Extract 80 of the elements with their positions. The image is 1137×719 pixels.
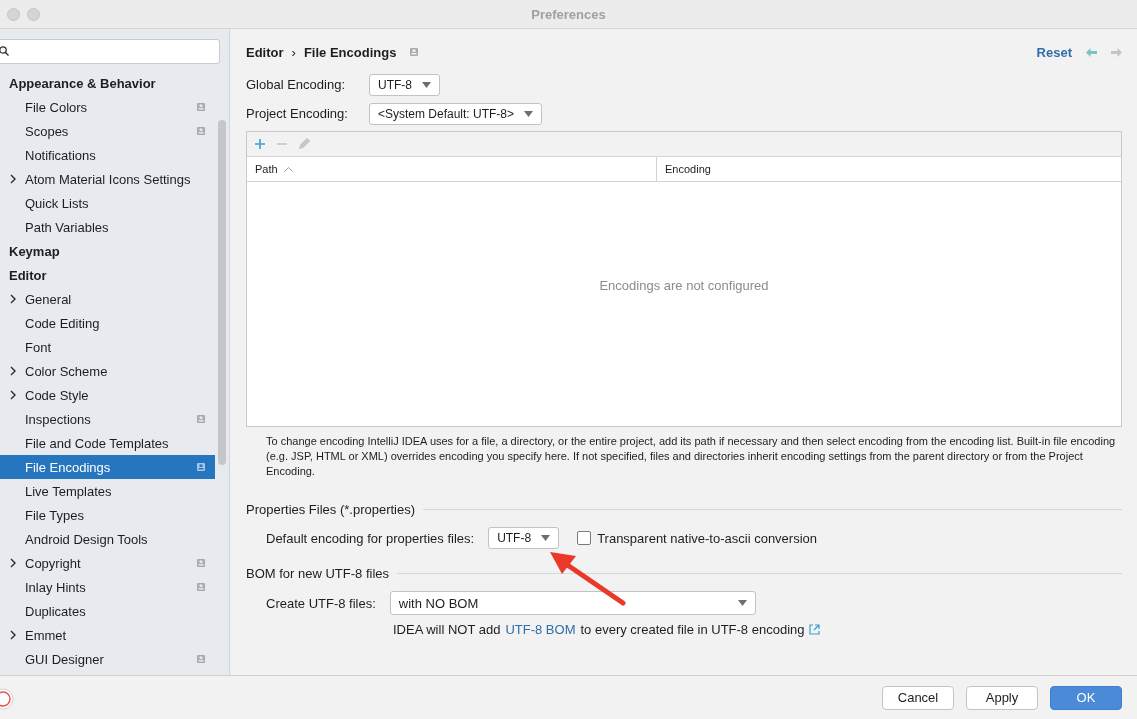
back-arrow-icon[interactable] xyxy=(1086,47,1097,57)
sidebar-item[interactable]: GUI Designer xyxy=(0,647,215,671)
sidebar-item[interactable]: Inlay Hints xyxy=(0,575,215,599)
sidebar-item[interactable]: Live Templates xyxy=(0,479,215,503)
field-label: Project Encoding: xyxy=(246,106,349,121)
sidebar-item[interactable]: Color Scheme xyxy=(0,359,215,383)
sidebar-item[interactable]: Quick Lists xyxy=(0,191,215,215)
utf8-bom-link[interactable]: UTF-8 BOM xyxy=(505,621,576,637)
forward-arrow-icon[interactable] xyxy=(1111,47,1122,57)
sidebar-section[interactable]: Appearance & Behavior xyxy=(0,75,156,91)
dialog-button[interactable]: Apply xyxy=(966,685,1038,710)
sidebar-section[interactable]: Editor xyxy=(0,267,47,283)
chevron-right-icon[interactable] xyxy=(10,390,16,400)
sidebar-item[interactable]: File Colors xyxy=(0,95,215,119)
sidebar-item[interactable]: Inspections xyxy=(0,407,215,431)
add-icon[interactable] xyxy=(254,138,266,150)
sidebar-item[interactable]: File and Code Templates xyxy=(0,431,215,455)
sidebar-item[interactable]: Duplicates xyxy=(0,599,215,623)
sidebar-item[interactable]: Code Editing xyxy=(0,311,215,335)
encoding-dropdown[interactable]: <System Default: UTF-8> xyxy=(369,102,543,125)
project-icon xyxy=(197,415,205,423)
chevron-right-icon[interactable] xyxy=(10,366,16,376)
search-field[interactable] xyxy=(0,39,220,64)
project-icon xyxy=(197,463,205,471)
field-label: Create UTF-8 files: xyxy=(266,595,376,611)
sort-ascending-icon xyxy=(283,166,293,172)
dialog-button[interactable]: Cancel xyxy=(882,685,954,710)
breadcrumb: File Encodings xyxy=(303,44,397,60)
sidebar-item[interactable]: Emmet xyxy=(0,623,215,647)
dropdown-arrow-icon xyxy=(422,81,431,88)
field-label: Default encoding for properties files: xyxy=(266,530,475,546)
project-icon xyxy=(197,127,205,135)
bom-dropdown[interactable]: with NO BOM xyxy=(389,591,756,615)
scrollbar[interactable] xyxy=(218,120,226,465)
search-icon xyxy=(0,45,11,58)
empty-message: Encodings are not configured xyxy=(599,277,769,293)
note-text: IDEA will NOT add xyxy=(393,621,501,637)
chevron-right-icon[interactable] xyxy=(10,630,16,640)
column-header[interactable]: Encoding xyxy=(656,157,1121,181)
dropdown-arrow-icon xyxy=(541,535,551,541)
sidebar-item[interactable]: Atom Material Icons Settings xyxy=(0,167,215,191)
breadcrumb: Editor xyxy=(246,44,284,60)
project-icon xyxy=(197,583,205,591)
window-button[interactable] xyxy=(27,8,40,21)
chevron-right-icon[interactable] xyxy=(10,174,16,184)
project-icon xyxy=(197,559,205,567)
help-text: To change encoding IntelliJ IDEA uses for a file, a directory, or the entire project, add its path if necessary and then select encoding from the encoding list. Built-in file encoding (e.g. JSP, HTML or XML) overrides encoding you specify here. If not specified, files and directories inherit encoding settings from the parent directory or from the Project Encoding. xyxy=(266,434,1117,479)
chevron-right-icon[interactable] xyxy=(10,294,16,304)
encoding-dropdown[interactable]: UTF-8 xyxy=(488,527,560,549)
sidebar-item[interactable]: Copyright xyxy=(0,551,215,575)
dropdown-arrow-icon xyxy=(524,110,534,117)
project-icon xyxy=(410,48,419,56)
project-icon xyxy=(197,655,205,663)
window-title: Preferences xyxy=(531,6,606,22)
external-link-icon[interactable] xyxy=(809,623,821,635)
sidebar-item[interactable]: Android Design Tools xyxy=(0,527,215,551)
column-header[interactable]: Path xyxy=(247,157,656,181)
ok-button[interactable]: OK xyxy=(1050,685,1122,710)
project-icon xyxy=(197,103,205,111)
sidebar-item[interactable]: General xyxy=(0,287,215,311)
sidebar-item[interactable]: Path Variables xyxy=(0,215,215,239)
sidebar-item[interactable]: File Types xyxy=(0,503,215,527)
window-button[interactable] xyxy=(7,8,20,21)
sidebar-item[interactable]: Font xyxy=(0,335,215,359)
checkbox[interactable] xyxy=(577,531,592,545)
section-title: Properties Files (*.properties) xyxy=(246,501,416,517)
checkbox-label: Transparent native-to-ascii conversion xyxy=(597,530,818,546)
sidebar-item[interactable]: Code Style xyxy=(0,383,215,407)
breadcrumb-separator: › xyxy=(291,44,296,60)
sidebar-item[interactable]: File Encodings xyxy=(0,455,215,479)
note-text: to every created file in UTF-8 encoding xyxy=(580,621,805,637)
sidebar-item[interactable]: Notifications xyxy=(0,143,215,167)
encoding-dropdown[interactable]: UTF-8 xyxy=(369,73,440,96)
sidebar-section[interactable]: Keymap xyxy=(0,243,60,259)
sidebar-item[interactable]: Scopes xyxy=(0,119,215,143)
dropdown-arrow-icon xyxy=(737,600,747,606)
section-title: BOM for new UTF-8 files xyxy=(246,565,390,581)
chevron-right-icon[interactable] xyxy=(10,558,16,568)
field-label: Global Encoding: xyxy=(246,77,346,92)
reset-link[interactable]: Reset xyxy=(1036,44,1072,60)
